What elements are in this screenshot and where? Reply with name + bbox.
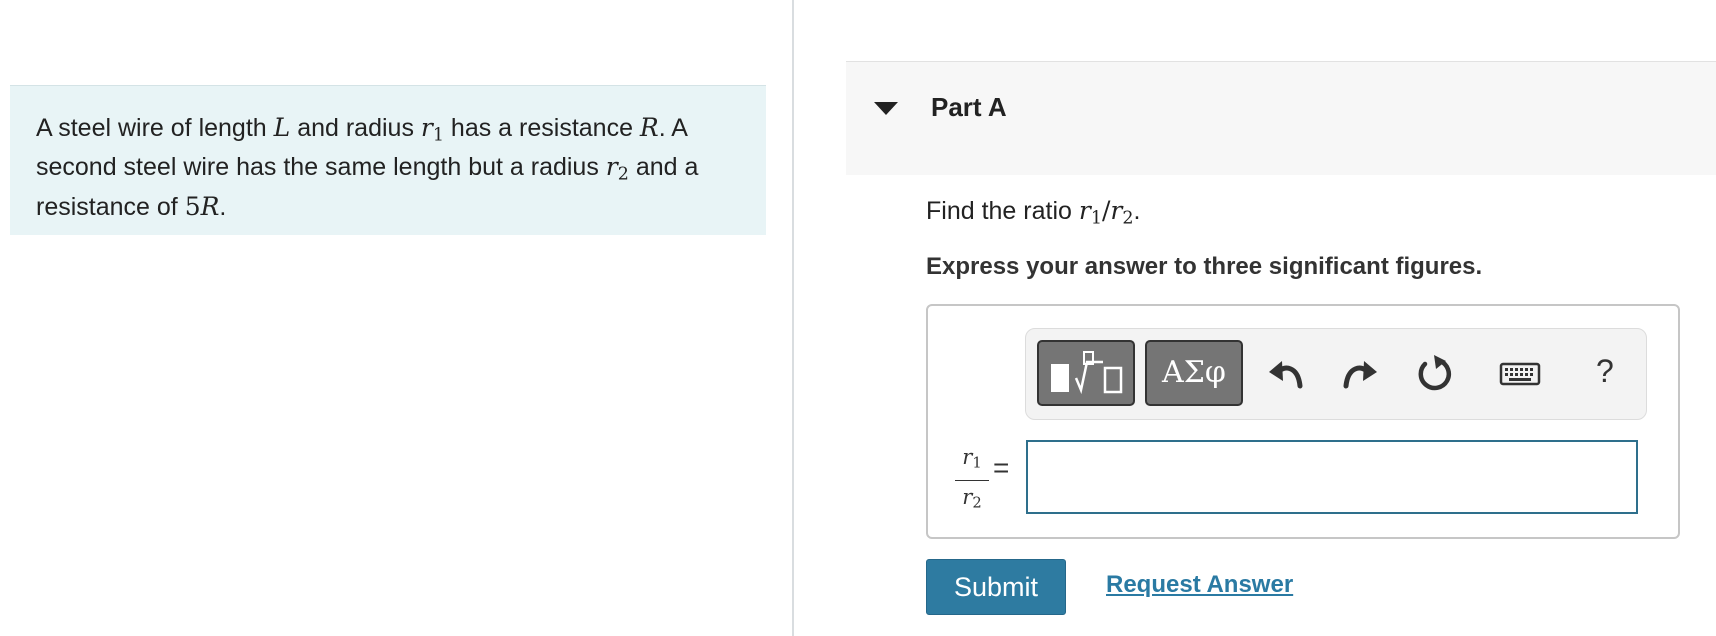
fraction-bar xyxy=(955,479,989,481)
problem-math-var: r xyxy=(420,113,433,142)
question-suffix: . xyxy=(1133,197,1141,225)
request-answer-link[interactable]: Request Answer xyxy=(1106,571,1293,599)
part-title: Part A xyxy=(931,92,1007,122)
panel-divider xyxy=(792,0,794,636)
ratio-den-sub: 2 xyxy=(1122,208,1134,229)
fraction-den-var: r xyxy=(962,484,973,509)
problem-text: A steel wire of length xyxy=(36,114,274,142)
fraction-den-sub: 2 xyxy=(972,494,982,512)
answer-label-fraction: r1 r2 xyxy=(954,444,990,516)
fraction-num-sub: 1 xyxy=(972,454,982,472)
ratio-numerator: r1 xyxy=(1078,196,1102,229)
problem-text: and radius xyxy=(290,114,421,142)
help-icon[interactable]: ? xyxy=(1596,353,1614,390)
answer-panel: ΑΣφ ? r1 r2 = xyxy=(926,304,1680,539)
problem-math-var: R xyxy=(639,113,659,142)
reset-icon[interactable] xyxy=(1412,352,1456,396)
question-prefix: Find the ratio xyxy=(926,197,1079,225)
problem-math-sub: 1 xyxy=(432,125,444,146)
fraction-denominator: r2 xyxy=(954,484,990,517)
greek-symbols-button[interactable]: ΑΣφ xyxy=(1145,340,1243,406)
problem-math-sub: 2 xyxy=(617,164,629,185)
question-text: Find the ratio r1/r2. xyxy=(926,196,1140,228)
templates-icon xyxy=(1051,351,1123,395)
problem-statement: A steel wire of length L and radius r1 h… xyxy=(10,85,766,235)
submit-button[interactable]: Submit xyxy=(926,559,1066,615)
redo-icon[interactable] xyxy=(1336,352,1380,396)
keyboard-icon[interactable] xyxy=(1498,352,1542,396)
problem-math-var: R xyxy=(200,191,220,221)
undo-icon[interactable] xyxy=(1266,352,1310,396)
problem-text: . xyxy=(219,192,227,221)
math-toolbar: ΑΣφ ? xyxy=(1025,328,1647,420)
problem-math-var: L xyxy=(273,113,291,142)
problem-text: has a resistance xyxy=(443,114,640,142)
ratio-denominator: r2 xyxy=(1110,196,1134,229)
templates-button[interactable] xyxy=(1037,340,1135,406)
part-header[interactable]: Part A xyxy=(846,61,1716,175)
answer-input[interactable] xyxy=(1026,440,1638,514)
problem-math: 5 xyxy=(184,191,201,221)
instruction-text: Express your answer to three significant… xyxy=(926,253,1483,280)
fraction-numerator: r1 xyxy=(954,444,990,477)
fraction-num-var: r xyxy=(962,445,973,469)
ratio-num-sub: 1 xyxy=(1090,208,1102,229)
ratio-num-var: r xyxy=(1078,196,1091,225)
problem-math-var: r xyxy=(605,152,618,182)
equals-sign: = xyxy=(993,452,1010,483)
collapse-caret-icon[interactable] xyxy=(874,102,898,115)
ratio-den-var: r xyxy=(1110,196,1123,225)
